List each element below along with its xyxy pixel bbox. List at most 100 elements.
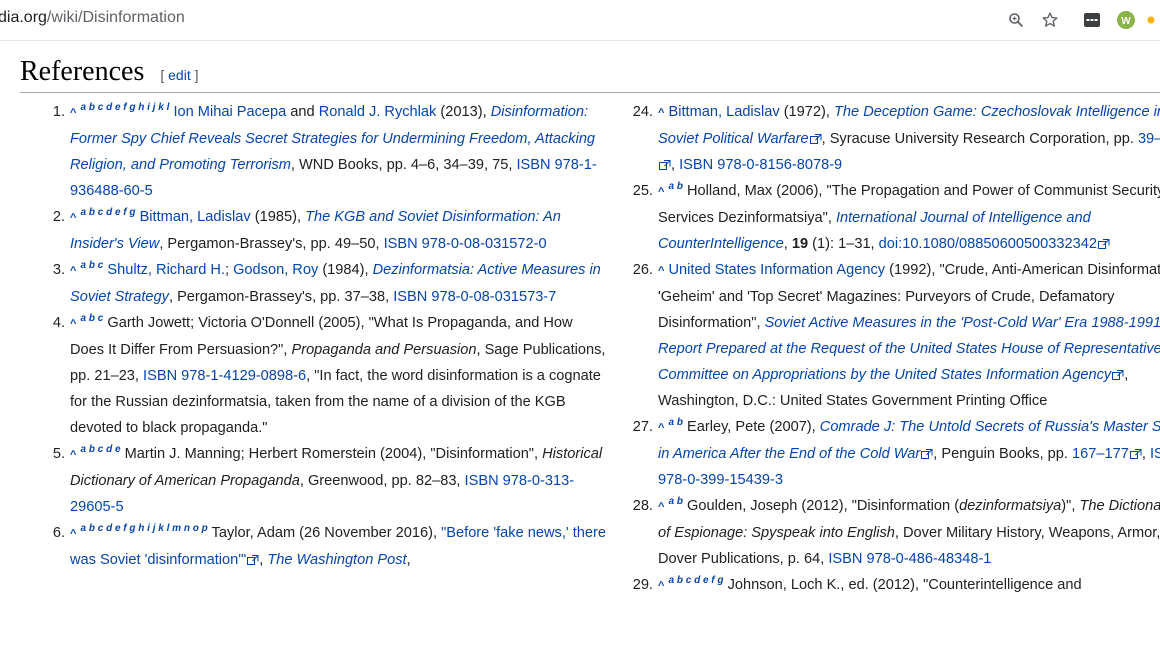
profile-w-icon[interactable]: W bbox=[1112, 6, 1140, 34]
citation-text: , Syracuse University Research Corporati… bbox=[821, 131, 1138, 147]
backlink-letters[interactable]: a b bbox=[669, 181, 683, 192]
backlink-caret[interactable]: ^ bbox=[658, 107, 664, 119]
reference-number: 2. bbox=[52, 209, 65, 225]
reference-number: 27. bbox=[632, 419, 653, 435]
extension-dot-icon[interactable] bbox=[1142, 6, 1160, 34]
citation-text: (1984), bbox=[318, 262, 373, 278]
citation-link[interactable]: ISBN 978-1-4129-0898-6 bbox=[143, 368, 306, 384]
citation-text: Taylor, Adam (26 November 2016), bbox=[211, 525, 442, 541]
reference-number: 25. bbox=[632, 183, 653, 199]
backlink-caret[interactable]: ^ bbox=[70, 528, 76, 540]
backlink-letters[interactable]: a b c bbox=[81, 313, 104, 324]
citation-link[interactable]: Ion Mihai Pacepa bbox=[173, 104, 286, 120]
backlink-letters[interactable]: a b c d e f g h i j k l m n o p bbox=[81, 523, 208, 534]
browser-toolbar: dia.org/wiki/Disinformation W bbox=[0, 0, 1160, 41]
citation-text: (2013), bbox=[436, 104, 491, 120]
backlink-letters[interactable]: a b bbox=[669, 417, 683, 428]
backlink-caret[interactable]: ^ bbox=[70, 107, 76, 119]
external-link-icon bbox=[247, 555, 259, 565]
external-link-icon bbox=[1129, 449, 1142, 459]
references-list-right: 24. ^ Bittman, Ladislav (1972), The Decep… bbox=[628, 99, 1160, 599]
references-list-left: 1. ^ a b c d e f g h i j k l Ion Mihai Pa… bbox=[40, 99, 610, 573]
citation-text: and bbox=[286, 104, 319, 120]
citation-text: , bbox=[1141, 446, 1150, 462]
citation-link[interactable]: ISBN 978-0-486-48348-1 bbox=[828, 551, 991, 567]
citation-text: , bbox=[671, 157, 680, 173]
url-host: dia.org bbox=[0, 9, 47, 26]
reference-item: 4. ^ a b c Garth Jowett; Victoria O'Donne… bbox=[53, 310, 610, 441]
reference-number: 5. bbox=[52, 446, 65, 462]
reference-item: 2. ^ a b c d e f g Bittman, Ladislav (198… bbox=[53, 204, 610, 257]
citation-link[interactable]: Godson, Roy bbox=[233, 262, 318, 278]
reference-item: 25. ^ a b Holland, Max (2006), "The Propa… bbox=[633, 178, 1160, 257]
backlink-letters[interactable]: a b c d e f g bbox=[669, 575, 724, 586]
reference-item: 24. ^ Bittman, Ladislav (1972), The Decep… bbox=[633, 99, 1160, 178]
backlink-caret[interactable]: ^ bbox=[70, 265, 76, 277]
citation-link[interactable]: ISBN 978-0-08-031573-7 bbox=[393, 289, 556, 305]
backlink-caret[interactable]: ^ bbox=[658, 186, 664, 198]
address-bar[interactable]: dia.org/wiki/Disinformation bbox=[0, 9, 185, 27]
backlink-caret[interactable]: ^ bbox=[70, 212, 76, 224]
citation-text: (1985), bbox=[250, 209, 306, 225]
citation-link[interactable]: Shultz, Richard H. bbox=[107, 262, 225, 278]
citation-text: Goulden, Joseph (2012), "Disinformation … bbox=[687, 498, 960, 514]
citation-link[interactable]: doi:10.1080/08850600500332342 bbox=[879, 236, 1097, 252]
reference-item: 29. ^ a b c d e f g Johnson, Loch K., ed.… bbox=[633, 572, 1160, 599]
backlink-letters[interactable]: a b c bbox=[81, 260, 104, 271]
citation-text: 19 bbox=[791, 236, 809, 252]
reference-item: 5. ^ a b c d e Martin J. Manning; Herbert… bbox=[53, 441, 610, 520]
backlink-letters[interactable]: a b c d e f g h i j k l bbox=[81, 102, 170, 113]
extension-icon[interactable] bbox=[1078, 6, 1106, 34]
citation-text: , WND Books, pp. 4–6, 34–39, 75, bbox=[290, 157, 517, 173]
reference-item: 28. ^ a b Goulden, Joseph (2012), "Disinf… bbox=[633, 493, 1160, 572]
backlink-caret[interactable]: ^ bbox=[658, 265, 664, 277]
backlink-caret[interactable]: ^ bbox=[658, 501, 664, 513]
citation-text: Earley, Pete (2007), bbox=[687, 419, 820, 435]
external-link-icon bbox=[1112, 370, 1124, 380]
citation-text: Martin J. Manning; Herbert Romerstein (2… bbox=[124, 446, 543, 462]
citation-text: Johnson, Loch K., ed. (2012), "Counterin… bbox=[727, 577, 1082, 593]
reference-item: 27. ^ a b Earley, Pete (2007), Comrade J:… bbox=[633, 414, 1160, 493]
reference-number: 3. bbox=[52, 262, 65, 278]
citation-link[interactable]: United States Information Agency bbox=[669, 262, 886, 278]
backlink-letters[interactable]: a b c d e f g bbox=[81, 207, 136, 218]
external-link-icon bbox=[809, 134, 822, 144]
citation-link[interactable]: 39–78 bbox=[1138, 131, 1160, 147]
backlink-caret[interactable]: ^ bbox=[658, 422, 664, 434]
reference-number: 26. bbox=[632, 262, 653, 278]
reference-number: 24. bbox=[632, 104, 653, 120]
section-heading: References [ edit ] bbox=[20, 56, 199, 88]
reference-number: 1. bbox=[52, 104, 65, 120]
citation-link[interactable]: The Washington Post bbox=[267, 552, 406, 568]
backlink-letters[interactable]: a b bbox=[669, 496, 683, 507]
citation-link[interactable]: ISBN 978-0-8156-8078-9 bbox=[679, 157, 842, 173]
external-link-icon bbox=[1098, 239, 1110, 249]
citation-text: Propaganda and Persuasion bbox=[291, 342, 477, 358]
zoom-icon[interactable] bbox=[1002, 6, 1030, 34]
reference-number: 6. bbox=[52, 525, 65, 541]
references-column-right: 24. ^ Bittman, Ladislav (1972), The Decep… bbox=[628, 99, 1160, 599]
citation-link[interactable]: ISBN 978-0-08-031572-0 bbox=[384, 236, 547, 252]
reference-item: 6. ^ a b c d e f g h i j k l m n o p Tayl… bbox=[53, 520, 610, 573]
toolbar-icons: W bbox=[996, 6, 1160, 34]
citation-text: dezinformatsiya bbox=[959, 498, 1062, 514]
backlink-letters[interactable]: a b c d e bbox=[81, 444, 121, 455]
backlink-caret[interactable]: ^ bbox=[70, 449, 76, 461]
backlink-caret[interactable]: ^ bbox=[658, 580, 664, 592]
citation-link[interactable]: Bittman, Ladislav bbox=[669, 104, 780, 120]
edit-link[interactable]: edit bbox=[168, 67, 191, 83]
svg-text:W: W bbox=[1121, 16, 1131, 27]
reference-number: 4. bbox=[52, 315, 65, 331]
edit-section-link[interactable]: [ edit ] bbox=[160, 67, 198, 83]
external-link-icon bbox=[921, 449, 933, 459]
citation-text: , Penguin Books, pp. bbox=[933, 446, 1073, 462]
star-icon[interactable] bbox=[1036, 6, 1064, 34]
citation-link[interactable]: 167–177 bbox=[1072, 446, 1129, 462]
citation-text: , Pergamon-Brassey's, pp. 49–50, bbox=[159, 236, 384, 252]
url-path: /wiki/Disinformation bbox=[46, 9, 185, 26]
backlink-caret[interactable]: ^ bbox=[70, 318, 76, 330]
citation-text: (1): 1–31, bbox=[808, 236, 879, 252]
citation-link[interactable]: Bittman, Ladislav bbox=[140, 209, 251, 225]
citation-link[interactable]: Ronald J. Rychlak bbox=[319, 104, 437, 120]
reference-number: 28. bbox=[632, 498, 653, 514]
